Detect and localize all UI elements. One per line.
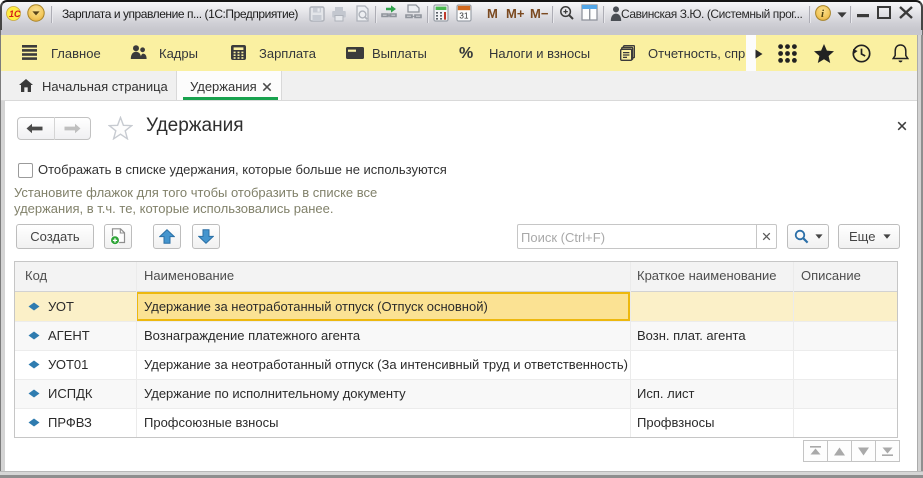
svg-text:1С: 1С <box>9 9 21 19</box>
svg-text:31: 31 <box>459 11 469 21</box>
